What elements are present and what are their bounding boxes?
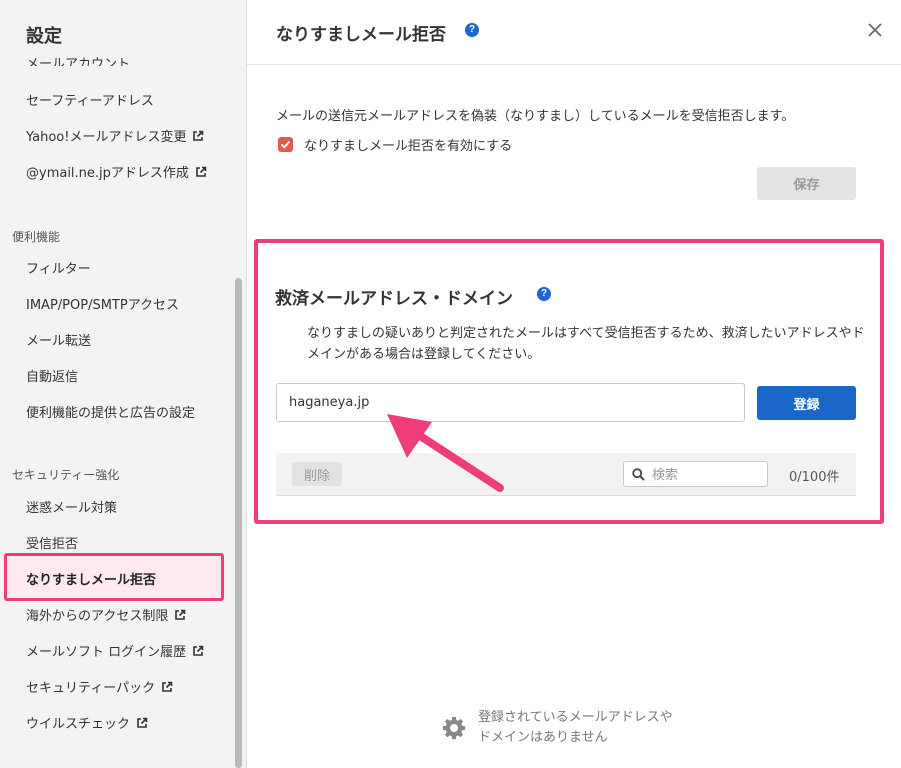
annotation-arrow: [387, 414, 504, 492]
search-input[interactable]: [650, 462, 764, 488]
sidebar-item-label: ウイルスチェック: [26, 717, 131, 732]
sidebar-item-block-receive[interactable]: 受信拒否: [26, 533, 78, 552]
sidebar-scrollbar[interactable]: [235, 278, 242, 768]
sidebar-item-label: @ymail.ne.jpアドレス作成: [26, 166, 189, 181]
empty-state: 登録されているメールアドレスや ドメインはありません: [442, 708, 673, 748]
sidebar-item-label: フィルター: [26, 262, 91, 277]
sidebar-item-label: メールソフト ログイン履歴: [26, 645, 187, 660]
sidebar-item-overseas-access[interactable]: 海外からのアクセス制限: [26, 605, 186, 624]
sidebar-item-label: なりすましメール拒否: [26, 573, 157, 588]
sidebar-item-ymail-address[interactable]: @ymail.ne.jpアドレス作成: [26, 162, 207, 181]
registered-count: 0/100件: [789, 470, 840, 485]
section-title: 救済メールアドレス・ドメイン: [275, 289, 513, 309]
sidebar-item-label: セーフティーアドレス: [26, 94, 154, 109]
sidebar-item-mail-account[interactable]: メールアカウント: [26, 52, 130, 66]
sidebar-item-auto-reply[interactable]: 自動返信: [26, 366, 78, 385]
search-field[interactable]: [623, 461, 768, 488]
external-link-icon: [196, 166, 207, 177]
checkmark-icon: [280, 140, 291, 149]
empty-message: 登録されているメールアドレスや ドメインはありません: [478, 710, 673, 745]
external-link-icon: [193, 645, 204, 656]
sidebar-title: 設定: [26, 26, 62, 47]
sidebar-item-label: 受信拒否: [26, 537, 79, 552]
sidebar-item-login-history[interactable]: メールソフト ログイン履歴: [26, 641, 204, 660]
feature-description: メールの送信元メールアドレスを偽装（なりすまし）しているメールを受信拒否します。: [276, 109, 795, 124]
list-toolbar: 削除 0/100件: [276, 453, 856, 496]
enable-checkbox[interactable]: [278, 137, 293, 152]
rescue-address-input[interactable]: [276, 383, 745, 422]
question-circle-icon[interactable]: ?: [465, 23, 479, 37]
sidebar-item-label: IMAP/POP/SMTPアクセス: [26, 298, 180, 313]
external-link-icon: [175, 609, 186, 620]
sidebar-item-spoofing-reject[interactable]: なりすましメール拒否: [4, 553, 224, 601]
save-button[interactable]: 保存: [757, 167, 856, 200]
external-link-icon: [162, 681, 173, 692]
page-title: なりすましメール拒否: [276, 25, 446, 45]
sidebar-item-ads-settings[interactable]: 便利機能の提供と広告の設定: [26, 402, 195, 421]
sidebar-item-label: 便利機能の提供と広告の設定: [26, 406, 196, 421]
gear-icon: [442, 717, 466, 740]
sidebar-item-mail-forward[interactable]: メール転送: [26, 330, 91, 349]
sidebar-item-filter[interactable]: フィルター: [26, 258, 91, 277]
sidebar-item-label: 海外からのアクセス制限: [26, 609, 169, 624]
sidebar-item-label: セキュリティーパック: [26, 681, 156, 696]
enable-spoofing-reject-row[interactable]: なりすましメール拒否を有効にする: [278, 135, 512, 154]
external-link-icon: [137, 717, 148, 728]
external-link-icon: [193, 130, 204, 141]
sidebar-item-label: Yahoo!メールアドレス変更: [26, 130, 187, 145]
settings-sidebar: 設定 メールアカウント セーフティーアドレス Yahoo!メールアドレス変更 @…: [0, 0, 247, 768]
main-panel: なりすましメール拒否 ? メールの送信元メールアドレスを偽装（なりすまし）してい…: [247, 0, 901, 768]
sidebar-item-imap-pop-smtp[interactable]: IMAP/POP/SMTPアクセス: [26, 294, 179, 313]
close-icon[interactable]: [867, 22, 883, 38]
dialog-header: なりすましメール拒否 ?: [247, 0, 901, 65]
search-icon: [632, 468, 645, 481]
sidebar-item-label: 迷惑メール対策: [26, 501, 118, 516]
section-description: なりすましの疑いありと判定されたメールはすべて受信拒否するため、救済したいアドレ…: [307, 326, 865, 362]
sidebar-item-virus-check[interactable]: ウイルスチェック: [26, 713, 148, 732]
sidebar-item-label: 自動返信: [26, 370, 79, 385]
register-button[interactable]: 登録: [757, 386, 856, 420]
checkbox-label: なりすましメール拒否を有効にする: [304, 139, 513, 154]
sidebar-section-security: セキュリティー強化: [12, 468, 120, 482]
sidebar-item-safety-address[interactable]: セーフティーアドレス: [26, 90, 154, 109]
sidebar-item-yahoo-address-change[interactable]: Yahoo!メールアドレス変更: [26, 126, 204, 145]
sidebar-item-spam[interactable]: 迷惑メール対策: [26, 497, 117, 516]
sidebar-item-security-pack[interactable]: セキュリティーパック: [26, 677, 173, 696]
sidebar-item-label: メール転送: [26, 334, 92, 349]
sidebar-section-convenience: 便利機能: [12, 230, 61, 244]
question-circle-icon[interactable]: ?: [537, 287, 551, 301]
delete-button[interactable]: 削除: [292, 462, 342, 486]
